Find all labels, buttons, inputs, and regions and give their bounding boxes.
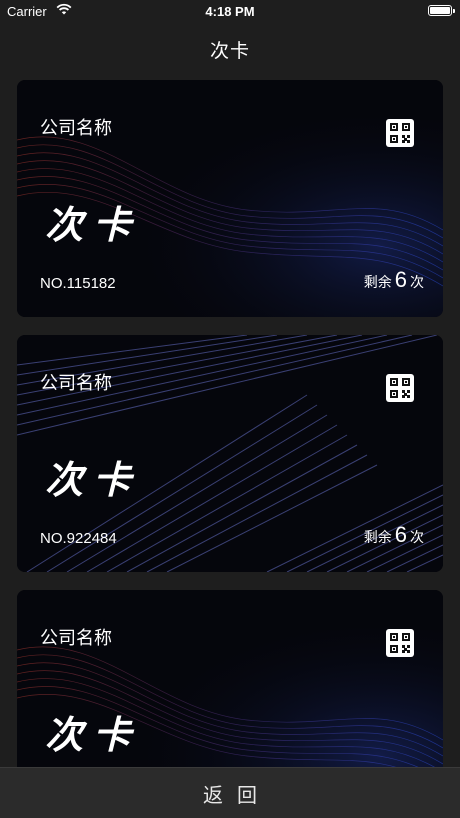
remaining-count: 剩余 6 次: [364, 267, 424, 293]
clock: 4:18 PM: [205, 4, 255, 19]
remaining-prefix: 剩余: [363, 275, 392, 291]
status-bar: Carrier 4:18 PM: [0, 0, 460, 24]
card-item[interactable]: 公司名称 次卡 NO.115182 剩余 6 次: [17, 80, 443, 317]
company-name: 公司名称: [40, 118, 112, 139]
company-name: 公司名称: [40, 628, 112, 649]
remaining-suffix: 次: [410, 530, 424, 546]
remaining-number: 6: [394, 522, 407, 547]
card-list[interactable]: 公司名称 次卡 NO.115182 剩余 6 次 公司名称 次卡 NO.9224…: [0, 80, 460, 768]
company-name: 公司名称: [40, 373, 112, 394]
qr-code-icon[interactable]: [386, 629, 414, 657]
remaining-count: 剩余 6 次: [364, 522, 424, 548]
card-title: 次卡: [45, 713, 142, 757]
qr-code-icon[interactable]: [386, 119, 414, 147]
battery-icon: [428, 5, 455, 16]
card-item[interactable]: 公司名称 次卡: [17, 590, 443, 768]
remaining-suffix: 次: [410, 275, 424, 291]
page-title: 次卡: [209, 40, 250, 62]
remaining-prefix: 剩余: [363, 530, 392, 546]
card-number: NO.922484: [40, 530, 117, 547]
card-number: NO.115182: [40, 275, 116, 292]
card-title: 次卡: [45, 458, 142, 502]
remaining-number: 6: [394, 267, 407, 292]
qr-code-icon[interactable]: [386, 374, 414, 402]
card-title: 次卡: [45, 203, 142, 247]
bottom-bar: 返回: [0, 767, 460, 818]
card-item[interactable]: 公司名称 次卡 NO.922484 剩余 6 次: [17, 335, 443, 572]
back-button[interactable]: 返回: [0, 768, 460, 818]
